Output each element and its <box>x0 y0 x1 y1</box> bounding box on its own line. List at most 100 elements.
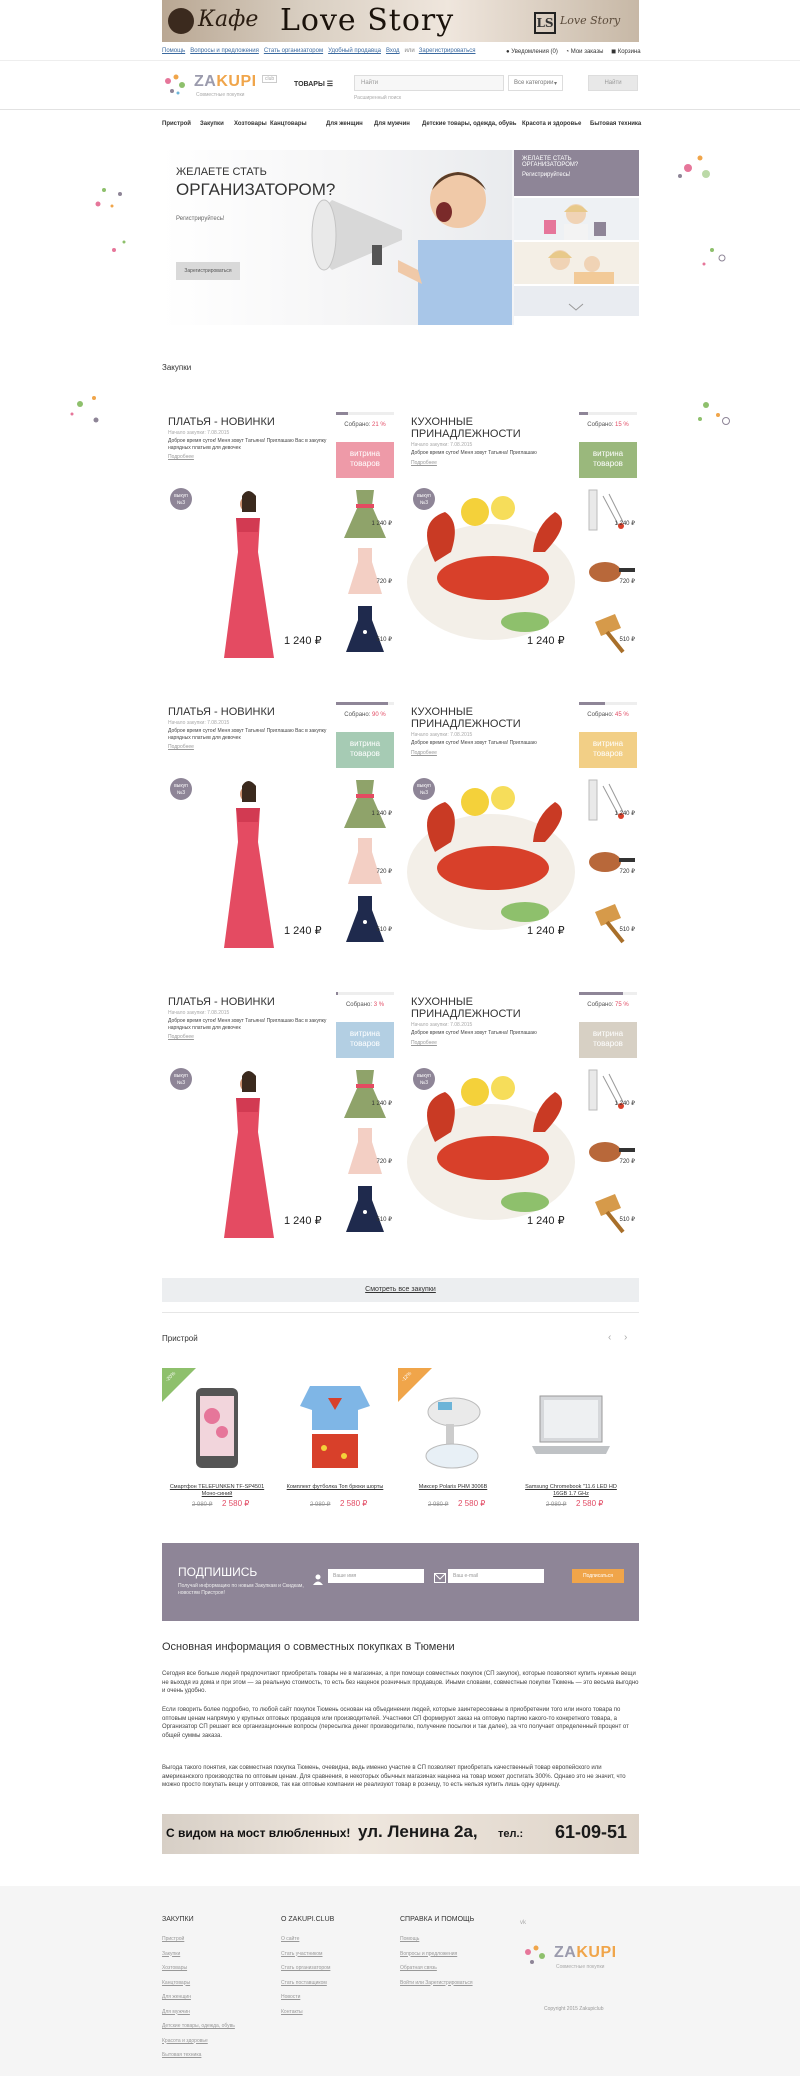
product-name[interactable]: Смартфон TELEFUNKEN TF-SP4501 Моно-синий <box>166 1484 268 1497</box>
shopping-girl-thumbnail[interactable] <box>514 198 639 240</box>
register-link[interactable]: Зарегистрироваться <box>419 48 476 54</box>
purchase-card[interactable]: ПЛАТЬЯ - НОВИНКИ Начало закупки: 7.08.20… <box>162 408 394 658</box>
showcase-button[interactable]: витрина товаров <box>579 732 637 768</box>
footer-link[interactable]: Для женщин <box>162 1994 191 2000</box>
side-thumbnail[interactable]: 1 240 ₽ <box>579 486 637 542</box>
search-category-select[interactable]: Все категории ▾ <box>508 75 563 91</box>
showcase-button[interactable]: витрина товаров <box>579 442 637 478</box>
showcase-button[interactable]: витрина товаров <box>336 732 394 768</box>
footer-link[interactable]: Помощь <box>400 1936 419 1942</box>
footer-link[interactable]: Детские товары, одежда, обувь <box>162 2023 235 2029</box>
dress-image[interactable] <box>162 1062 334 1238</box>
bottom-banner-ad[interactable]: С видом на мост влюбленных! ул. Ленина 2… <box>162 1814 639 1854</box>
hero-main[interactable]: ЖЕЛАЕТЕ СТАТЬ ОРГАНИЗАТОРОМ? Регистрируй… <box>162 150 512 325</box>
showcase-button[interactable]: витрина товаров <box>579 1022 637 1058</box>
product-card[interactable]: -12% Миксер Polaris PHM 3006B 2 980 ₽ 2 … <box>398 1368 508 1526</box>
mother-child-thumbnail[interactable] <box>514 242 639 284</box>
become-organizer-link[interactable]: Стать организатором <box>264 48 323 54</box>
card-more-link[interactable]: Подробнее <box>411 1040 437 1046</box>
footer-link[interactable]: Войти или Зарегистрироваться <box>400 1980 473 1986</box>
side-thumbnail[interactable]: 720 ₽ <box>336 1124 394 1180</box>
catnav-item-zakupki[interactable]: Закупки <box>200 121 224 127</box>
product-image[interactable] <box>516 1376 626 1482</box>
footer-link[interactable]: Для мужчин <box>162 2009 190 2015</box>
cart-link[interactable]: Корзина <box>618 49 641 55</box>
purchase-card[interactable]: КУХОННЫЕ ПРИНАДЛЕЖНОСТИ Начало закупки: … <box>405 988 637 1238</box>
product-card[interactable]: Samsung Chromebook "11.6 LED HD 16GB 1.7… <box>516 1368 626 1526</box>
hero-side-card[interactable]: ЖЕЛАЕТЕ СТАТЬ ОРГАНИЗАТОРОМ? Регистрируй… <box>514 150 639 196</box>
card-title[interactable]: КУХОННЫЕ ПРИНАДЛЕЖНОСТИ <box>411 416 576 440</box>
catnav-item-beauty[interactable]: Красота и здоровье <box>522 121 581 127</box>
product-card[interactable]: Комплект футболка Топ брюки шорты 2 980 … <box>280 1368 390 1526</box>
side-thumbnail[interactable]: 720 ₽ <box>579 834 637 890</box>
products-menu-button[interactable]: ТОВАРЫ ☰ <box>294 80 333 88</box>
top-banner-ad[interactable]: Кафе Love Story LS Love Story <box>162 0 639 42</box>
footer-link[interactable]: Пристрой <box>162 1936 184 1942</box>
footer-link[interactable]: Закупки <box>162 1951 180 1957</box>
footer-link[interactable]: Стать организатором <box>281 1965 330 1971</box>
showcase-button[interactable]: витрина товаров <box>336 1022 394 1058</box>
card-title[interactable]: ПЛАТЬЯ - НОВИНКИ <box>168 996 333 1008</box>
lobster-image[interactable] <box>405 1062 577 1238</box>
side-thumbnail[interactable]: 510 ₽ <box>579 1182 637 1238</box>
card-more-link[interactable]: Подробнее <box>168 744 194 750</box>
product-name[interactable]: Миксер Polaris PHM 3006B <box>402 1484 504 1491</box>
side-thumbnail[interactable]: 510 ₽ <box>336 602 394 658</box>
side-thumbnail[interactable]: 720 ₽ <box>579 1124 637 1180</box>
footer-link[interactable]: Бытовая техника <box>162 2052 201 2058</box>
side-thumbnail[interactable]: 1 240 ₽ <box>579 776 637 832</box>
catnav-item-kanctovary[interactable]: Канцтовары <box>270 121 307 127</box>
next-arrow-icon[interactable]: › <box>624 1332 627 1343</box>
side-thumbnail[interactable]: 720 ₽ <box>336 834 394 890</box>
subscribe-name-input[interactable]: Ваше имя <box>328 1569 424 1583</box>
card-more-link[interactable]: Подробнее <box>168 1034 194 1040</box>
catnav-item-women[interactable]: Для женщин <box>326 121 363 127</box>
catnav-item-appliances[interactable]: Бытовая техника <box>590 121 641 127</box>
product-name[interactable]: Samsung Chromebook "11.6 LED HD 16GB 1.7… <box>520 1484 622 1497</box>
purchase-card[interactable]: КУХОННЫЕ ПРИНАДЛЕЖНОСТИ Начало закупки: … <box>405 408 637 658</box>
side-thumbnail[interactable]: 1 240 ₽ <box>336 776 394 832</box>
vk-icon[interactable]: vk <box>520 1920 526 1926</box>
footer-logo[interactable]: ZAKUPI <box>554 1944 617 1962</box>
purchase-card[interactable]: ПЛАТЬЯ - НОВИНКИ Начало закупки: 7.08.20… <box>162 698 394 948</box>
footer-link[interactable]: Хозтовары <box>162 1965 187 1971</box>
product-image[interactable] <box>280 1376 390 1482</box>
side-thumbnail[interactable]: 510 ₽ <box>336 892 394 948</box>
catnav-item-pristroy[interactable]: Пристрой <box>162 121 191 127</box>
search-button[interactable]: Найти <box>588 75 638 91</box>
footer-link[interactable]: О сайте <box>281 1936 299 1942</box>
subscribe-button[interactable]: Подписаться <box>572 1569 624 1583</box>
prev-arrow-icon[interactable]: ‹ <box>608 1332 611 1343</box>
footer-link[interactable]: Контакты <box>281 2009 303 2015</box>
side-thumbnail[interactable]: 720 ₽ <box>579 544 637 600</box>
card-title[interactable]: ПЛАТЬЯ - НОВИНКИ <box>168 706 333 718</box>
catnav-item-kids[interactable]: Детские товары, одежда, обувь <box>422 121 516 127</box>
dress-image[interactable] <box>162 772 334 948</box>
card-title[interactable]: КУХОННЫЕ ПРИНАДЛЕЖНОСТИ <box>411 996 576 1020</box>
card-title[interactable]: КУХОННЫЕ ПРИНАДЛЕЖНОСТИ <box>411 706 576 730</box>
my-orders-link[interactable]: Мои заказы <box>571 49 604 55</box>
side-thumbnail[interactable]: 510 ₽ <box>579 892 637 948</box>
search-input[interactable]: Найти <box>354 75 504 91</box>
lobster-image[interactable] <box>405 772 577 948</box>
side-thumbnail[interactable]: 720 ₽ <box>336 544 394 600</box>
card-title[interactable]: ПЛАТЬЯ - НОВИНКИ <box>168 416 333 428</box>
side-thumbnail[interactable]: 510 ₽ <box>336 1182 394 1238</box>
side-thumbnail[interactable]: 1 240 ₽ <box>579 1066 637 1122</box>
card-more-link[interactable]: Подробнее <box>411 460 437 466</box>
showcase-button[interactable]: витрина товаров <box>336 442 394 478</box>
catnav-item-hoztovary[interactable]: Хозтовары <box>234 121 267 127</box>
side-thumbnail[interactable]: 1 240 ₽ <box>336 1066 394 1122</box>
seller-link[interactable]: Удобный продавца <box>328 48 381 54</box>
hero-thumbnail[interactable] <box>514 286 639 316</box>
footer-link[interactable]: Красота и здоровье <box>162 2038 208 2044</box>
advanced-search-link[interactable]: Расширенный поиск <box>354 95 401 101</box>
side-thumbnail[interactable]: 510 ₽ <box>579 602 637 658</box>
footer-link[interactable]: Стать участником <box>281 1951 323 1957</box>
purchase-card[interactable]: ПЛАТЬЯ - НОВИНКИ Начало закупки: 7.08.20… <box>162 988 394 1238</box>
footer-link[interactable]: Вопросы и предложения <box>400 1951 457 1957</box>
catnav-item-men[interactable]: Для мужчин <box>374 121 410 127</box>
product-card[interactable]: -20% Смартфон TELEFUNKEN TF-SP4501 Моно-… <box>162 1368 272 1526</box>
footer-link[interactable]: Канцтовары <box>162 1980 190 1986</box>
footer-link[interactable]: Новости <box>281 1994 300 2000</box>
